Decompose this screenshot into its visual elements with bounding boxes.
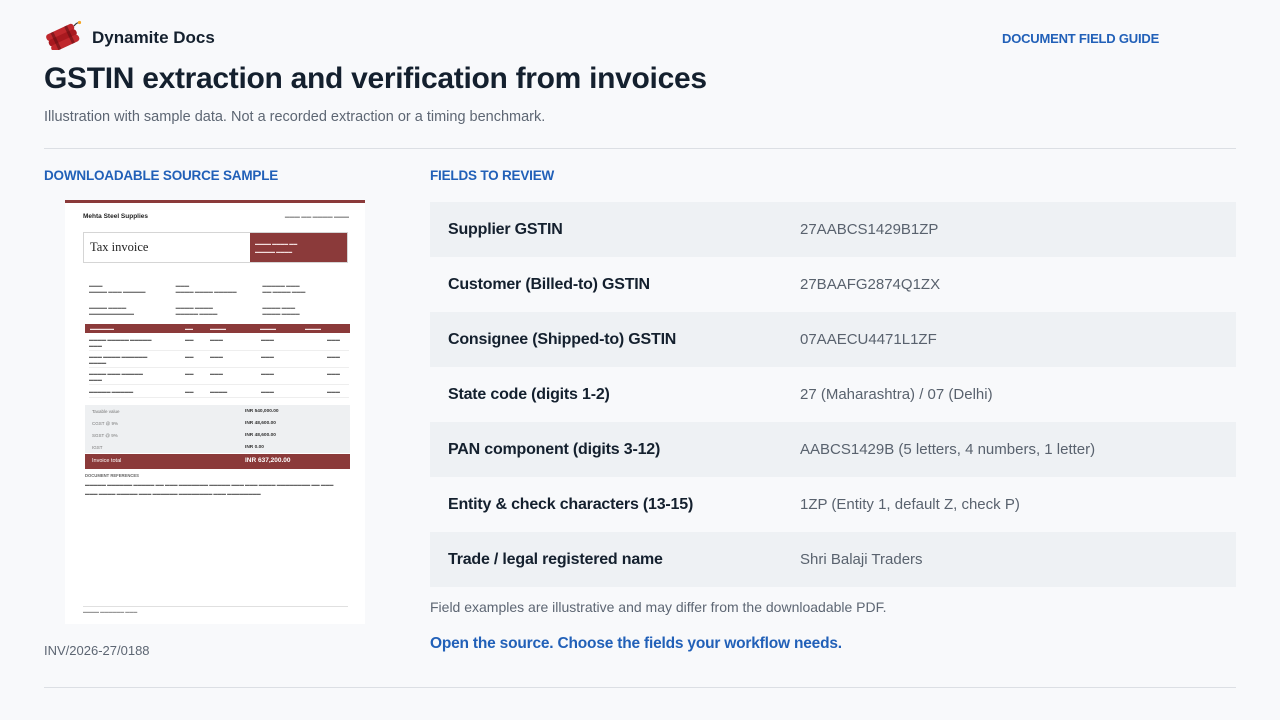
field-name: Supplier GSTIN (448, 220, 563, 238)
field-value: 27BAAFG2874Q1ZX (800, 276, 941, 293)
totals-amount: INR 540,000.00 (245, 409, 279, 414)
invoice-header-meta: ▬▬▬ ▬▬ ▬▬▬▬ ▬▬▬ (284, 214, 349, 220)
field-name: PAN component (digits 3-12) (448, 440, 661, 458)
field-name: Entity & check characters (13-15) (448, 495, 694, 513)
grand-total-label: Invoice total (92, 458, 122, 464)
grand-total-amount: INR 637,200.00 (245, 457, 291, 464)
totals-label: SGST @ 9% (92, 433, 118, 438)
header-divider (44, 148, 1236, 149)
field-name: Consignee (Shipped-to) GSTIN (448, 330, 677, 348)
invoice-number-caption: INV/2026-27/0188 (44, 643, 150, 658)
fields-table: Supplier GSTIN 27AABCS1429B1ZP Customer … (430, 202, 1236, 587)
page-subtitle: Illustration with sample data. Not a rec… (44, 109, 546, 125)
invoice-doc-title: Tax invoice (90, 240, 149, 254)
totals-label: IGST (92, 445, 103, 450)
fields-disclaimer: Field examples are illustrative and may … (430, 599, 887, 615)
invoice-title-box: Tax invoice ▬▬▬▬ ▬▬▬▬ ▬▬ ▬▬▬▬▬ ▬▬▬▬ (83, 232, 348, 263)
field-name: State code (digits 1-2) (448, 385, 610, 403)
invoice-notes-line: ▬▬▬▬▬ ▬▬▬▬▬▬ ▬▬▬▬▬ ▬▬ ▬▬▬ ▬▬▬▬▬▬▬ ▬▬▬▬▬ … (85, 482, 334, 487)
footer-divider (44, 687, 1236, 688)
invoice-line-items-header: ▬▬▬▬▬▬ ▬▬ ▬▬▬▬ ▬▬▬▬ ▬▬▬▬ (85, 324, 350, 333)
field-row: Customer (Billed-to) GSTIN 27BAAFG2874Q1… (430, 257, 1236, 312)
totals-amount: INR 48,600.00 (245, 421, 276, 426)
field-row: Consignee (Shipped-to) GSTIN 07AAECU4471… (430, 312, 1236, 367)
invoice-line-item: ▬▬▬▬ ▬▬▬▬▬ ▬▬▬▬▬ ▬▬▬ ▬▬ ▬▬▬ ▬▬▬ ▬▬▬ (89, 337, 349, 351)
field-row: PAN component (digits 3-12) AABCS1429B (… (430, 422, 1236, 477)
field-name: Trade / legal registered name (448, 550, 663, 568)
page-title: GSTIN extraction and verification from i… (44, 62, 707, 95)
totals-amount: INR 0.00 (245, 445, 264, 450)
field-value: 27AABCS1429B1ZP (800, 221, 939, 238)
brand[interactable]: Dynamite Docs (44, 20, 215, 55)
field-value: Shri Balaji Traders (800, 551, 923, 568)
invoice-line-item: ▬▬▬ ▬▬▬▬ ▬▬▬▬▬▬ ▬▬▬▬ ▬▬ ▬▬▬ ▬▬▬ ▬▬▬ (89, 354, 349, 368)
invoice-notes-heading: DOCUMENT REFERENCES (85, 473, 139, 478)
open-source-cta-link[interactable]: Open the source. Choose the fields your … (430, 635, 842, 653)
field-value: 07AAECU4471L1ZF (800, 331, 937, 348)
totals-label: CGST @ 9% (92, 421, 118, 426)
invoice-footer: ▬▬▬▬ ▬▬▬▬▬▬ ▬▬▬ (83, 606, 348, 614)
invoice-totals: Taxable value INR 540,000.00 CGST @ 9% I… (85, 405, 350, 453)
invoice-line-item: ▬▬▬▬▬ ▬▬▬▬▬ ▬▬ ▬▬▬▬ ▬▬▬ ▬▬▬ (89, 389, 349, 398)
field-row: Trade / legal registered name Shri Balaj… (430, 532, 1236, 587)
totals-label: Taxable value (92, 409, 120, 414)
totals-amount: INR 48,600.00 (245, 433, 276, 438)
invoice-parties-block: ▬▬▬ ▬▬▬▬ ▬▬▬ ▬▬▬▬▬ ▬▬▬ ▬▬▬▬ ▬▬▬▬ ▬▬▬▬▬ ▬▬▬… (89, 283, 306, 294)
field-name: Customer (Billed-to) GSTIN (448, 275, 650, 293)
field-value: 27 (Maharashtra) / 07 (Delhi) (800, 386, 993, 403)
invoice-number-box: ▬▬▬▬ ▬▬▬▬ ▬▬ ▬▬▬▬▬ ▬▬▬▬ (250, 233, 347, 262)
source-sample-heading: DOWNLOADABLE SOURCE SAMPLE (44, 168, 279, 183)
field-row: Entity & check characters (13-15) 1ZP (E… (430, 477, 1236, 532)
invoice-grand-total: Invoice total INR 637,200.00 (85, 454, 350, 469)
dynamite-sticks-icon (44, 20, 82, 55)
invoice-notes-line: ▬▬▬ ▬▬▬▬ ▬▬▬▬▬ ▬▬▬ ▬▬▬▬▬▬ ▬▬▬▬▬▬▬▬ ▬▬▬ ▬… (85, 491, 261, 496)
invoice-line-item: ▬▬▬▬ ▬▬▬ ▬▬▬▬▬ ▬▬▬ ▬▬ ▬▬▬ ▬▬▬ ▬▬▬ (89, 371, 349, 385)
invoice-supplier-name: Mehta Steel Supplies (83, 213, 149, 220)
field-row: State code (digits 1-2) 27 (Maharashtra)… (430, 367, 1236, 422)
field-value: AABCS1429B (5 letters, 4 numbers, 1 lett… (800, 441, 1096, 458)
invoice-gstin-block: ▬▬▬▬ ▬▬▬▬ ▬▬▬▬▬▬▬▬▬▬ ▬▬▬▬ ▬▬▬▬ ▬▬▬▬▬ ▬▬▬▬ … (89, 305, 300, 316)
brand-name: Dynamite Docs (92, 27, 215, 47)
field-value: 1ZP (Entity 1, default Z, check P) (800, 496, 1020, 513)
document-field-guide-link[interactable]: DOCUMENT FIELD GUIDE (1002, 31, 1159, 46)
field-row: Supplier GSTIN 27AABCS1429B1ZP (430, 202, 1236, 257)
fields-heading: FIELDS TO REVIEW (430, 168, 555, 183)
invoice-thumbnail[interactable]: Mehta Steel Supplies ▬▬▬ ▬▬ ▬▬▬▬ ▬▬▬ Tax… (65, 200, 365, 624)
